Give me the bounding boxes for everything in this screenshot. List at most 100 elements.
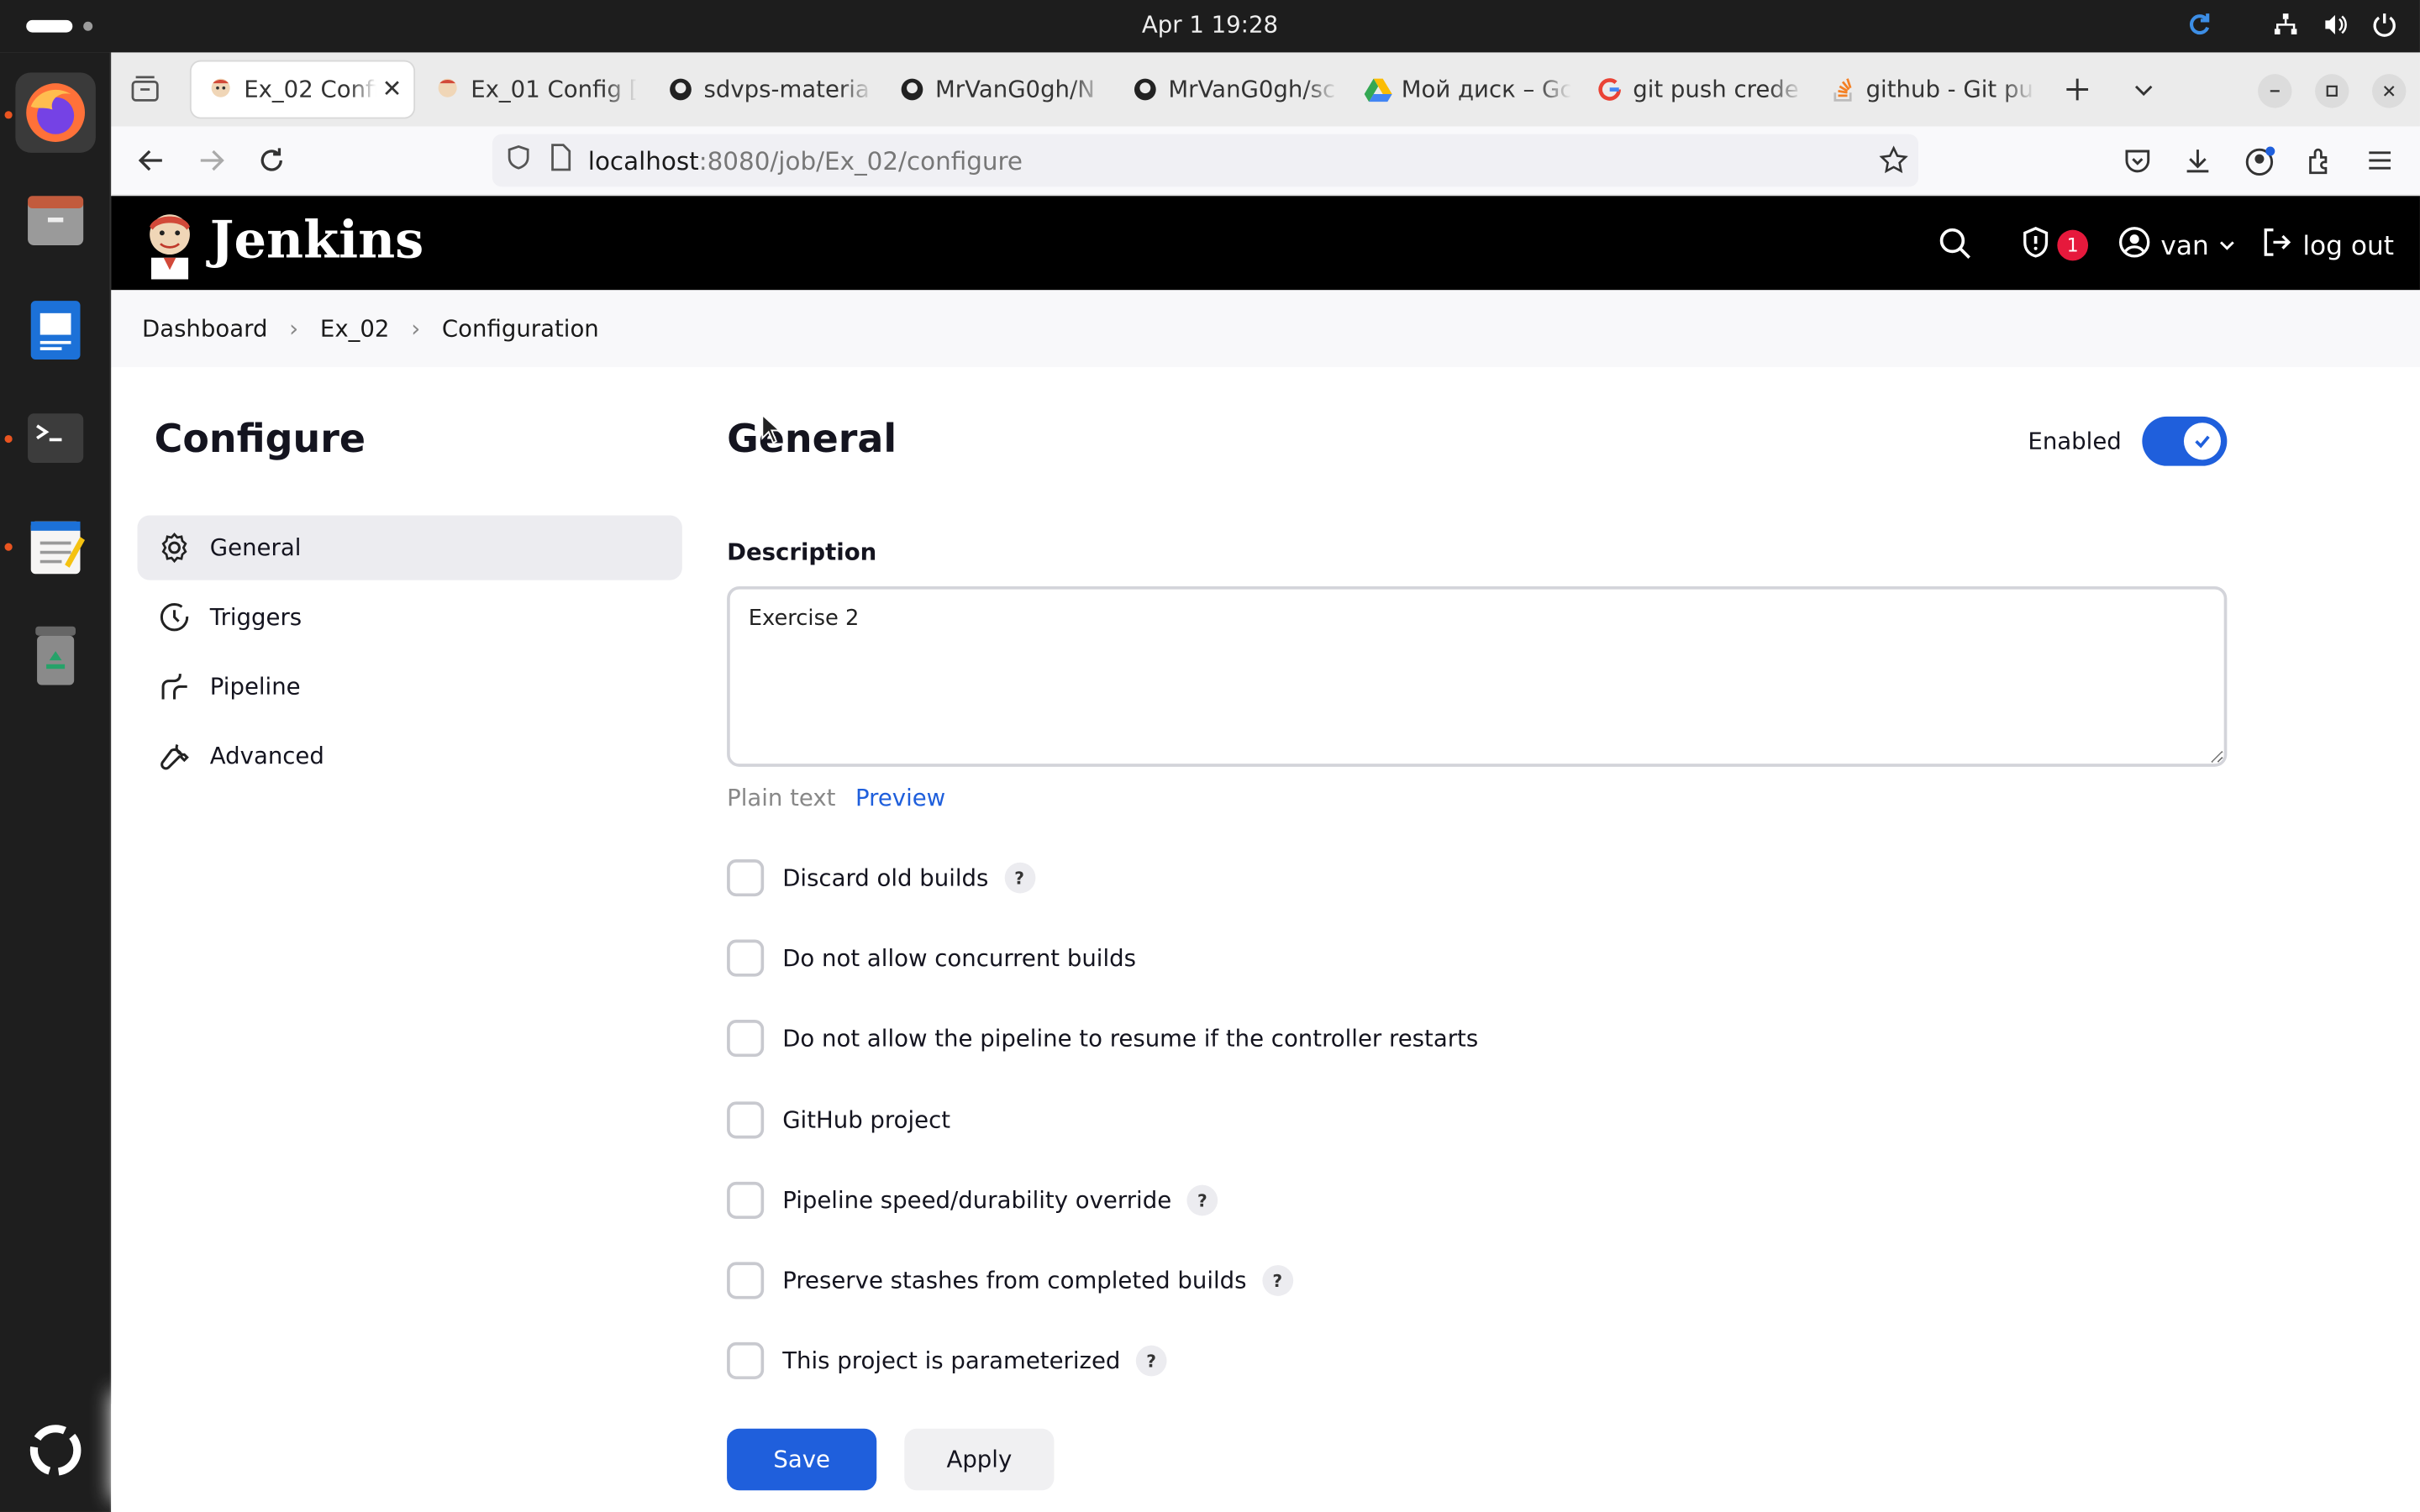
- checkbox[interactable]: [727, 1181, 765, 1219]
- account-icon[interactable]: [2243, 145, 2276, 186]
- jenkins-title[interactable]: Jenkins: [210, 210, 424, 270]
- tab-close-icon[interactable]: [383, 76, 402, 103]
- new-tab-button[interactable]: [2062, 74, 2093, 111]
- sidebar-item-advanced[interactable]: Advanced: [137, 723, 681, 788]
- description-field[interactable]: Exercise 2: [727, 585, 2228, 767]
- option-discard-old-builds[interactable]: Discard old builds ?: [727, 858, 1035, 898]
- forward-icon[interactable]: [196, 145, 227, 182]
- browser-tab-stackoverflow[interactable]: github - Git pu: [1813, 61, 2037, 117]
- jenkins-icon: [434, 76, 461, 103]
- minimize-button[interactable]: [2258, 74, 2292, 108]
- checkbox[interactable]: [727, 1341, 765, 1380]
- option-label: Discard old builds: [782, 864, 989, 892]
- search-icon[interactable]: [1939, 227, 1972, 267]
- address-bar[interactable]: localhost:8080/job/Ex_02/configure: [492, 134, 1919, 187]
- checkbox[interactable]: [727, 1262, 765, 1299]
- files-icon[interactable]: [15, 181, 96, 261]
- back-icon[interactable]: [136, 145, 167, 182]
- system-tray[interactable]: [2186, 11, 2398, 45]
- browser-tab-strip: Ex_02 Confi Ex_01 Config [ sdvps-materia…: [111, 52, 2420, 127]
- option-label: This project is parameterized: [782, 1347, 1121, 1375]
- breadcrumb-dashboard[interactable]: Dashboard: [142, 315, 267, 343]
- extensions-icon[interactable]: [2304, 145, 2335, 182]
- browser-tab-google-search[interactable]: git push crede: [1581, 61, 1804, 117]
- sidebar-item-triggers[interactable]: Triggers: [137, 585, 681, 649]
- jenkins-logo-icon[interactable]: [142, 208, 197, 286]
- option-label: Do not allow concurrent builds: [782, 944, 1136, 973]
- option-no-concurrent-builds[interactable]: Do not allow concurrent builds: [727, 938, 1136, 979]
- breadcrumb-job[interactable]: Ex_02: [320, 315, 390, 343]
- option-github-project[interactable]: GitHub project: [727, 1100, 950, 1141]
- browser-tab-mrvangogh-2[interactable]: MrVanG0gh/sc: [1116, 61, 1339, 117]
- option-parameterized[interactable]: This project is parameterized ?: [727, 1341, 1167, 1381]
- browser-tab-ex01[interactable]: Ex_01 Config [: [418, 61, 638, 117]
- user-menu[interactable]: van: [2118, 225, 2237, 267]
- section-title: General: [727, 416, 897, 462]
- option-label: Do not allow the pipeline to resume if t…: [782, 1024, 1479, 1053]
- help-icon[interactable]: ?: [1261, 1265, 1293, 1296]
- enabled-toggle[interactable]: [2142, 416, 2228, 466]
- help-icon[interactable]: ?: [1003, 862, 1035, 894]
- clock-icon: [160, 603, 189, 632]
- shield-icon: [2018, 225, 2052, 265]
- checkbox[interactable]: [727, 1101, 765, 1139]
- logout-link[interactable]: log out: [2260, 225, 2394, 267]
- network-icon[interactable]: [2272, 11, 2300, 45]
- volume-icon[interactable]: [2321, 11, 2349, 45]
- browser-tab-sdvps[interactable]: sdvps-materia: [651, 61, 875, 117]
- save-button[interactable]: Save: [727, 1428, 877, 1491]
- close-window-button[interactable]: [2372, 74, 2407, 108]
- bookmark-star-icon[interactable]: [1878, 145, 1909, 182]
- pocket-icon[interactable]: [2122, 145, 2153, 182]
- app-grid-icon[interactable]: [15, 1410, 96, 1491]
- jenkins-icon: [207, 76, 234, 103]
- option-durability-override[interactable]: Pipeline speed/durability override ?: [727, 1180, 1218, 1221]
- dock: [0, 52, 112, 1512]
- main-content: Configure General Triggers Pipeline Adva…: [111, 367, 2420, 1512]
- option-no-resume[interactable]: Do not allow the pipeline to resume if t…: [727, 1018, 1478, 1058]
- checkbox[interactable]: [727, 939, 765, 977]
- system-clock[interactable]: Apr 1 19:28: [0, 11, 2420, 39]
- sidebar-item-pipeline[interactable]: Pipeline: [137, 654, 681, 719]
- browser-tab-google-drive[interactable]: Мой диск – Gc: [1349, 61, 1572, 117]
- github-icon: [898, 76, 926, 103]
- option-preserve-stashes[interactable]: Preserve stashes from completed builds ?: [727, 1261, 1293, 1301]
- browser-tab-mrvangogh-1[interactable]: MrVanG0gh/N: [883, 61, 1107, 117]
- sidebar-item-general[interactable]: General: [137, 515, 682, 580]
- security-alert[interactable]: 1: [2018, 225, 2089, 265]
- apply-button[interactable]: Apply: [904, 1428, 1055, 1491]
- browser-tab-ex02[interactable]: Ex_02 Confi: [191, 61, 414, 118]
- breadcrumb-configuration[interactable]: Configuration: [442, 315, 599, 343]
- help-icon[interactable]: ?: [1186, 1184, 1218, 1216]
- github-icon: [666, 76, 694, 103]
- downloads-icon[interactable]: [2182, 145, 2213, 182]
- toggle-knob: [2183, 423, 2222, 460]
- page-icon[interactable]: [548, 144, 572, 177]
- breadcrumb: Dashboard › Ex_02 › Configuration: [111, 290, 2420, 368]
- shield-icon[interactable]: [505, 144, 533, 177]
- checkbox[interactable]: [727, 1020, 765, 1058]
- help-icon[interactable]: ?: [1135, 1345, 1167, 1377]
- google-drive-icon: [1364, 76, 1392, 103]
- firefox-icon[interactable]: [15, 72, 96, 153]
- user-icon: [2118, 225, 2151, 267]
- option-label: GitHub project: [782, 1105, 951, 1134]
- logout-label: log out: [2302, 230, 2395, 262]
- menu-icon[interactable]: [2365, 145, 2396, 182]
- update-icon[interactable]: [2186, 11, 2213, 45]
- screen: Apr 1 19:28 Ex_02 Confi Ex_01 Config [s…: [0, 0, 2420, 1512]
- chevron-down-icon[interactable]: [2131, 77, 2155, 108]
- trash-icon[interactable]: [15, 614, 96, 695]
- writer-icon[interactable]: [15, 288, 96, 369]
- logout-icon: [2260, 225, 2293, 267]
- sidebar-item-label: General: [209, 533, 302, 562]
- power-icon[interactable]: [2370, 11, 2398, 45]
- reload-icon[interactable]: [256, 145, 287, 182]
- tab-overview-icon[interactable]: [129, 76, 160, 109]
- checkbox[interactable]: [727, 859, 765, 897]
- terminal-icon[interactable]: [15, 398, 96, 479]
- text-editor-icon[interactable]: [15, 506, 96, 586]
- restore-button[interactable]: [2315, 74, 2349, 108]
- preview-link[interactable]: Preview: [855, 784, 945, 811]
- github-icon: [1131, 76, 1159, 103]
